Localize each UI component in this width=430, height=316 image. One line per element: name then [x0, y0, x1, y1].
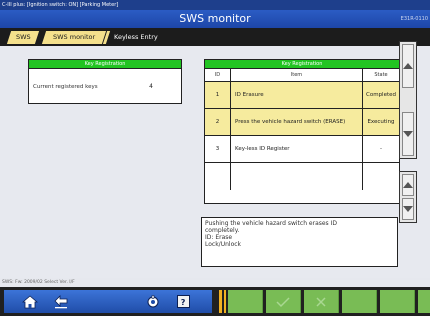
- scroll-down-button[interactable]: [402, 112, 414, 156]
- row-item: Press the vehicle hazard switch (ERASE): [231, 109, 363, 135]
- arrow-up-icon: [403, 63, 413, 69]
- message-scroll-down-button[interactable]: [402, 198, 414, 220]
- screen-code: E31R-0110: [400, 16, 428, 22]
- help-button[interactable]: ?: [172, 291, 194, 312]
- main-content: Key Registration Current registered keys…: [0, 46, 430, 278]
- table-row[interactable]: [205, 163, 399, 190]
- status-bar: SWS: Fw: 2009/02 Select Ver. I/F: [0, 278, 430, 287]
- row-item: [231, 163, 363, 190]
- check-icon: [276, 296, 290, 307]
- toolbar-divider: [224, 290, 226, 313]
- message-line: Lock/Unlock: [205, 241, 242, 248]
- window-title-bar: C-III plus: [Ignition switch: ON] [Parki…: [0, 0, 430, 10]
- help-icon: ?: [176, 295, 190, 308]
- row-no: [205, 163, 231, 190]
- back-button[interactable]: [50, 291, 72, 312]
- key-count-value: 4: [149, 83, 153, 90]
- breadcrumb: SWS SWS monitor Keyless Entry: [0, 28, 430, 46]
- arrow-down-icon: [403, 206, 413, 212]
- key-count-header: Key Registration: [29, 60, 181, 69]
- bottom-toolbar: ?: [0, 287, 430, 316]
- page-title: SWS monitor: [179, 12, 251, 25]
- message-line: ID: Erase: [205, 234, 233, 241]
- window-title: C-III plus: [Ignition switch: ON] [Parki…: [2, 2, 119, 8]
- row-state: [363, 163, 399, 190]
- toolbar-empty-slot: [342, 290, 377, 313]
- key-count-row: Current registered keys 4: [29, 69, 181, 104]
- breadcrumb-sws[interactable]: SWS: [6, 31, 40, 44]
- toolbar-divider: [219, 290, 222, 313]
- breadcrumb-keyless-entry: Keyless Entry: [110, 31, 180, 44]
- home-button[interactable]: [17, 291, 43, 312]
- home-icon: [22, 294, 38, 308]
- toolbar-empty-slot: [228, 290, 263, 313]
- message-box: Pushing the vehicle hazard switch erases…: [201, 217, 398, 267]
- confirm-button[interactable]: [266, 290, 301, 313]
- message-line: completely.: [205, 227, 240, 234]
- table-column-headers: ID Item State: [205, 69, 399, 82]
- toolbar-empty-slot: [380, 290, 415, 313]
- arrow-up-icon: [403, 182, 413, 188]
- row-no: 2: [205, 109, 231, 135]
- screen-header: SWS monitor E31R-0110: [0, 10, 430, 28]
- row-item: ID Erasure: [231, 82, 363, 108]
- row-state: Executing: [367, 119, 395, 125]
- cross-icon: [316, 296, 326, 307]
- svg-text:?: ?: [180, 298, 185, 306]
- settings-button[interactable]: [142, 291, 164, 312]
- table-scrollbar[interactable]: [399, 41, 417, 159]
- row-item: Key-less ID Register: [231, 136, 363, 162]
- col-state-header: State: [374, 72, 388, 78]
- back-icon: [54, 294, 68, 308]
- message-scroll-up-button[interactable]: [402, 174, 414, 196]
- toolbar-empty-slot: [418, 290, 430, 313]
- table-row[interactable]: 3 Key-less ID Register -: [205, 136, 399, 163]
- col-no-header: ID: [205, 69, 231, 81]
- arrow-down-icon: [403, 131, 413, 137]
- cancel-button[interactable]: [304, 290, 339, 313]
- col-item-header: Item: [231, 69, 363, 81]
- breadcrumb-sws-monitor[interactable]: SWS monitor: [41, 31, 107, 44]
- row-state: -: [380, 146, 382, 152]
- row-no: 3: [205, 136, 231, 162]
- row-state: Completed: [366, 92, 396, 98]
- key-count-label: Current registered keys: [33, 83, 98, 90]
- message-scrollbar[interactable]: [399, 171, 417, 223]
- gear-icon: [147, 294, 159, 307]
- table-header-title: Key Registration: [205, 60, 399, 69]
- table-row[interactable]: 1 ID Erasure Completed: [205, 82, 399, 109]
- table-row[interactable]: 2 Press the vehicle hazard switch (ERASE…: [205, 109, 399, 136]
- row-no: 1: [205, 82, 231, 108]
- message-line: Pushing the vehicle hazard switch erases…: [205, 220, 337, 227]
- key-count-panel: Key Registration Current registered keys…: [28, 59, 182, 104]
- key-registration-table: Key Registration ID Item State 1 ID Eras…: [204, 59, 400, 204]
- scroll-up-button[interactable]: [402, 44, 414, 88]
